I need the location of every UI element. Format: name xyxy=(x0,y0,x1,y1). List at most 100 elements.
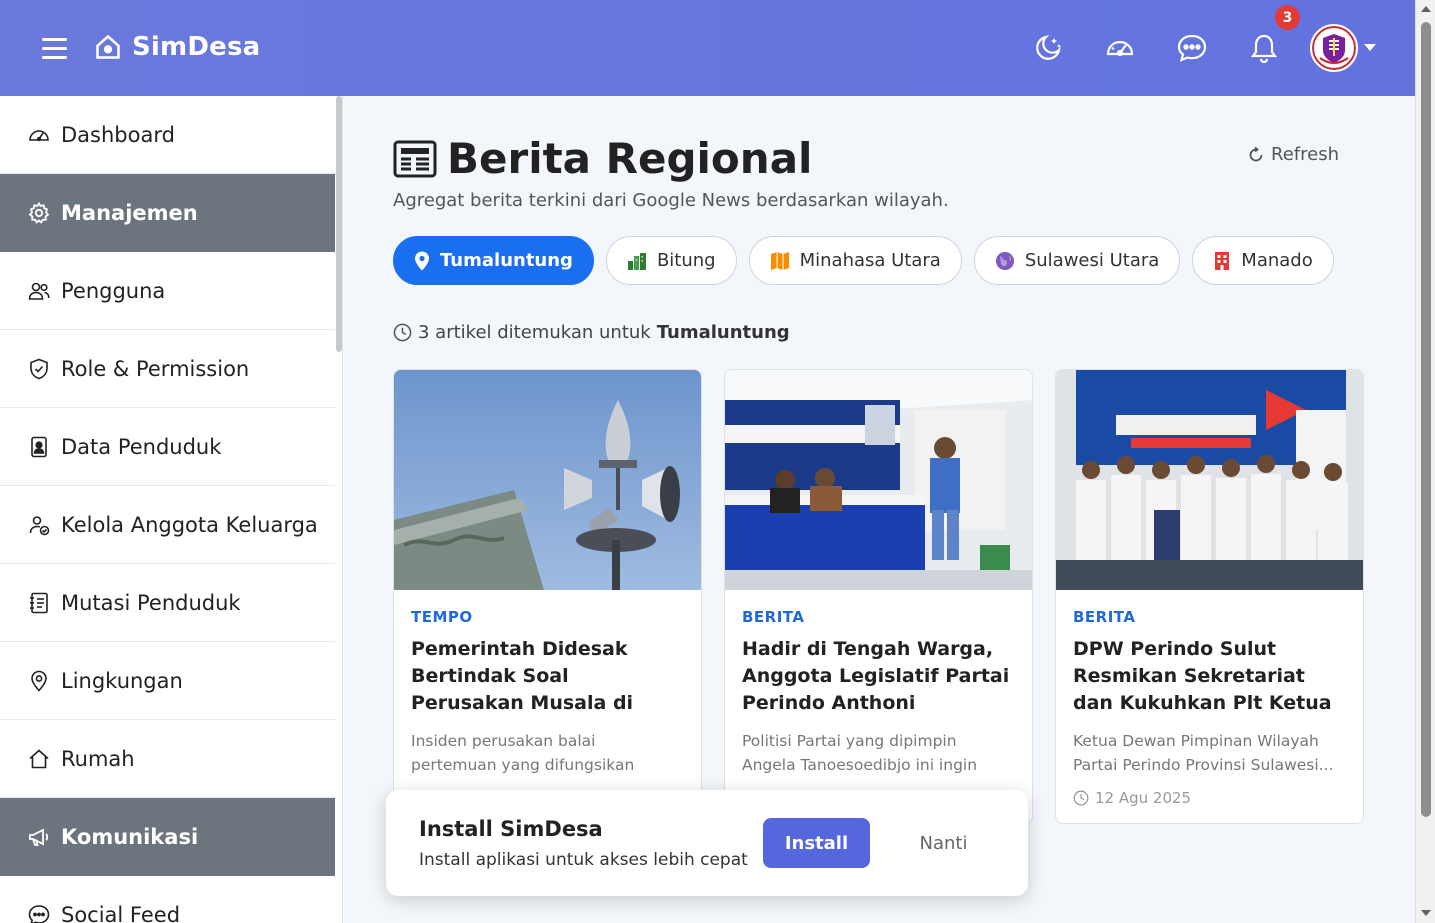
article-count-region: Tumaluntung xyxy=(656,322,790,343)
shield-icon xyxy=(30,358,48,379)
article-image xyxy=(394,370,701,590)
sidebar-item-pengguna[interactable]: Pengguna xyxy=(0,252,335,330)
sidebar-item-label: Social Feed xyxy=(61,902,181,923)
install-prompt: Install SimDesa Install aplikasi untuk a… xyxy=(386,790,1028,896)
bell-icon[interactable] xyxy=(1248,32,1280,64)
gear-icon xyxy=(28,201,50,224)
speedometer-icon[interactable] xyxy=(1104,32,1136,64)
article-source: TEMPO xyxy=(411,608,473,626)
article-description: Ketua Dewan Pimpinan Wilayah Partai Peri… xyxy=(1073,732,1334,774)
clock-icon xyxy=(1073,790,1089,806)
sidebar-item-rumah[interactable]: Rumah xyxy=(0,720,335,798)
region-tabs: Tumaluntung Bitung Minahasa Utara Sulawe… xyxy=(393,236,1346,285)
megaphone-icon xyxy=(29,828,49,846)
article-title[interactable]: Pemerintah Didesak Bertindak Soal Perusa… xyxy=(411,636,684,717)
house-icon xyxy=(29,748,49,768)
chevron-down-icon[interactable] xyxy=(1364,44,1376,51)
sidebar-scrollbar[interactable] xyxy=(336,96,342,352)
sidebar-item-lingkungan[interactable]: Lingkungan xyxy=(0,642,335,720)
article-date: 12 Agu 2025 xyxy=(1073,789,1346,807)
article-description: Insiden perusakan balai pertemuan yang d… xyxy=(411,732,635,774)
globe-icon xyxy=(995,251,1014,270)
sidebar-item-social-feed[interactable]: Social Feed xyxy=(0,876,335,923)
user-check-icon xyxy=(29,515,50,535)
scroll-up-arrow-icon[interactable] xyxy=(1421,6,1431,12)
install-button[interactable]: Install xyxy=(763,818,870,868)
speedometer-icon xyxy=(29,129,49,141)
article-date-text: 12 Agu 2025 xyxy=(1095,789,1192,807)
sidebar-item-data-penduduk[interactable]: Data Penduduk xyxy=(0,408,335,486)
sidebar-item-label: Pengguna xyxy=(61,278,166,303)
sidebar-section-manajemen[interactable]: Manajemen xyxy=(0,174,335,252)
brand-name: SimDesa xyxy=(132,32,261,62)
clock-icon xyxy=(393,323,412,342)
tab-label: Tumaluntung xyxy=(440,250,573,271)
moon-stars-icon[interactable] xyxy=(1032,32,1064,64)
tab-label: Minahasa Utara xyxy=(799,250,941,271)
sidebar: Dashboard Manajemen Pengguna Role & Perm… xyxy=(0,96,343,923)
refresh-button[interactable]: Refresh xyxy=(1247,144,1339,165)
sidebar-section-komunikasi[interactable]: Komunikasi xyxy=(0,798,335,876)
tab-label: Sulawesi Utara xyxy=(1024,250,1160,271)
sidebar-item-label: Dashboard xyxy=(61,122,175,147)
article-card[interactable]: BERITA DPW Perindo Sulut Resmikan Sekret… xyxy=(1055,369,1364,824)
sidebar-item-label: Manajemen xyxy=(61,201,198,225)
menu-icon[interactable] xyxy=(42,38,67,59)
id-badge-icon xyxy=(31,436,47,457)
city-buildings-icon xyxy=(627,252,646,270)
journal-icon xyxy=(30,592,48,613)
sidebar-item-label: Role & Permission xyxy=(61,356,250,381)
tab-label: Bitung xyxy=(656,250,716,271)
article-source: BERITA xyxy=(742,608,805,626)
sidebar-item-label: Mutasi Penduduk xyxy=(61,590,241,615)
tab-bitung[interactable]: Bitung xyxy=(605,236,737,285)
map-pin-icon xyxy=(415,251,429,270)
sidebar-item-mutasi-penduduk[interactable]: Mutasi Penduduk xyxy=(0,564,335,642)
chat-dots-icon xyxy=(28,904,50,923)
tab-manado[interactable]: Manado xyxy=(1192,236,1334,285)
article-image xyxy=(1056,370,1363,590)
page-scrollbar[interactable] xyxy=(1415,0,1435,923)
install-prompt-title: Install SimDesa xyxy=(419,817,603,841)
map-pin-icon xyxy=(31,670,47,692)
tab-tumaluntung[interactable]: Tumaluntung xyxy=(393,236,594,285)
article-card[interactable]: TEMPO Pemerintah Didesak Bertindak Soal … xyxy=(393,369,702,824)
tab-minahasa-utara[interactable]: Minahasa Utara xyxy=(748,236,962,285)
article-count-text: 3 artikel ditemukan untuk xyxy=(418,322,651,343)
newspaper-icon xyxy=(393,140,437,177)
page-subtitle: Agregat berita terkini dari Google News … xyxy=(393,190,949,211)
notification-badge: 3 xyxy=(1275,5,1300,30)
article-description: Politisi Partai yang dipimpin Angela Tan… xyxy=(742,732,978,774)
sidebar-item-label: Rumah xyxy=(61,746,135,771)
users-icon xyxy=(28,282,50,300)
article-card[interactable]: BERITA Hadir di Tengah Warga, Anggota Le… xyxy=(724,369,1033,824)
article-image xyxy=(725,370,1032,590)
refresh-label: Refresh xyxy=(1271,144,1339,165)
refresh-icon xyxy=(1249,146,1263,161)
page-title: Berita Regional xyxy=(447,134,813,183)
article-title[interactable]: Hadir di Tengah Warga, Anggota Legislati… xyxy=(742,636,1015,717)
scroll-down-arrow-icon[interactable] xyxy=(1421,910,1431,916)
scrollbar-thumb[interactable] xyxy=(1421,22,1431,817)
home-icon xyxy=(96,34,120,59)
tab-sulawesi-utara[interactable]: Sulawesi Utara xyxy=(973,236,1181,285)
article-title[interactable]: DPW Perindo Sulut Resmikan Sekretariat d… xyxy=(1073,636,1346,717)
sidebar-item-dashboard[interactable]: Dashboard xyxy=(0,96,335,174)
sidebar-item-kelola-anggota-keluarga[interactable]: Kelola Anggota Keluarga xyxy=(0,486,335,564)
avatar[interactable] xyxy=(1310,24,1358,72)
brand-link[interactable]: SimDesa xyxy=(94,32,260,62)
tab-label: Manado xyxy=(1241,250,1313,271)
sidebar-item-role-permission[interactable]: Role & Permission xyxy=(0,330,335,408)
later-button[interactable]: Nanti xyxy=(896,818,991,868)
building-icon xyxy=(1215,251,1230,270)
article-count: 3 artikel ditemukan untuk Tumaluntung xyxy=(393,322,790,343)
page-header: Berita Regional xyxy=(393,134,812,183)
sidebar-item-label: Komunikasi xyxy=(61,825,199,849)
sidebar-item-label: Lingkungan xyxy=(61,668,183,693)
sidebar-item-label: Kelola Anggota Keluarga xyxy=(61,512,318,537)
chat-icon[interactable] xyxy=(1176,32,1208,64)
top-navbar: SimDesa 3 xyxy=(0,0,1415,96)
map-icon xyxy=(770,251,789,270)
article-source: BERITA xyxy=(1073,608,1136,626)
sidebar-item-label: Data Penduduk xyxy=(61,434,222,459)
